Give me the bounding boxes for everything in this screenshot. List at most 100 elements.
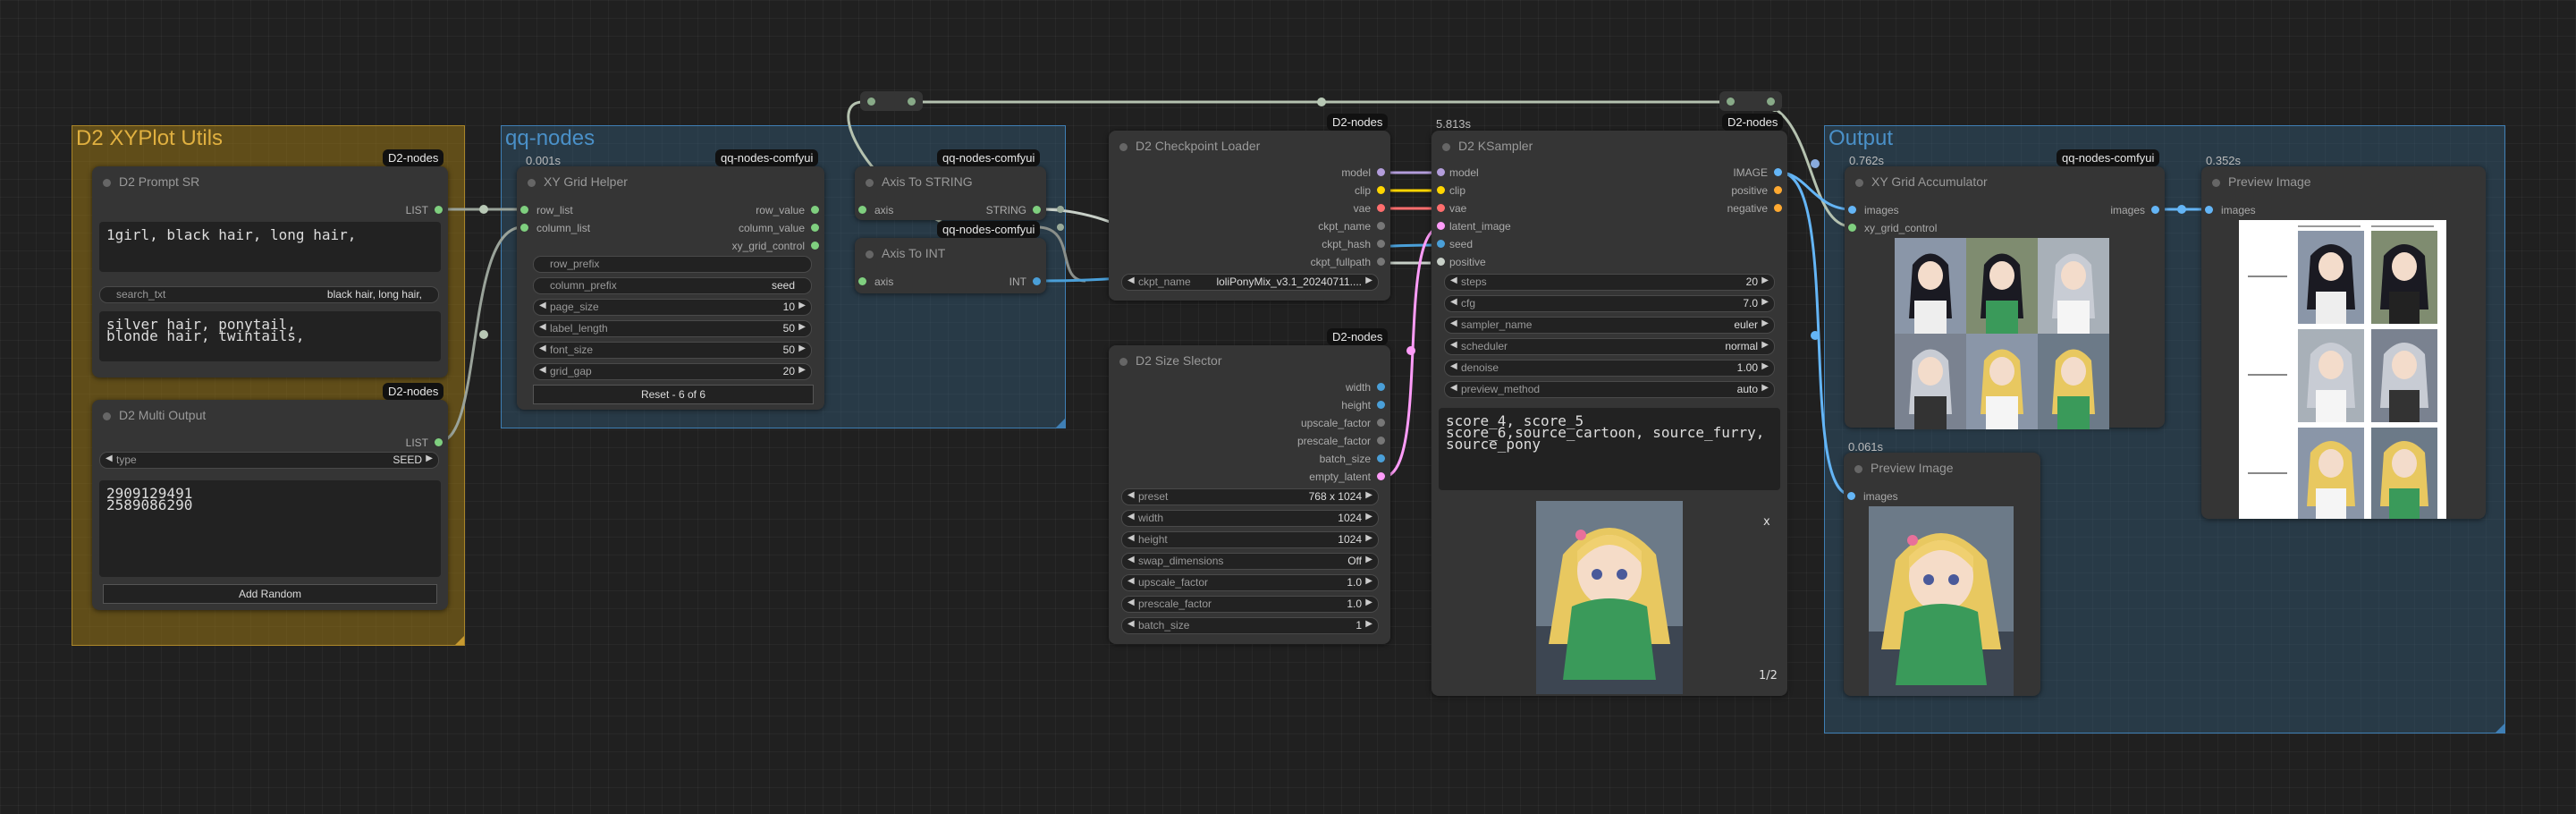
- collapse-dot[interactable]: [866, 250, 874, 259]
- prompt-textarea-top[interactable]: 1girl, black hair, long hair,: [99, 222, 441, 272]
- arrow-right-icon[interactable]: ▶: [1761, 383, 1769, 393]
- add-random-button[interactable]: Add Random: [103, 584, 437, 604]
- reroute-input-pin[interactable]: [1727, 98, 1735, 106]
- arrow-left-icon[interactable]: ◀: [1450, 361, 1457, 371]
- sampler-name-combo[interactable]: ◀ sampler_name euler ▶: [1444, 317, 1775, 334]
- collapse-dot[interactable]: [1119, 143, 1128, 151]
- arrow-left-icon[interactable]: ◀: [539, 322, 546, 332]
- arrow-right-icon[interactable]: ▶: [1761, 340, 1769, 350]
- xy-grid-result-image[interactable]: [2239, 220, 2446, 519]
- output-upscale-factor-pin[interactable]: [1377, 419, 1385, 427]
- resize-corner[interactable]: [2496, 724, 2504, 733]
- arrow-right-icon[interactable]: ▶: [1365, 490, 1372, 500]
- label-length-stepper[interactable]: ◀ label_length 50 ▶: [533, 320, 812, 337]
- arrow-right-icon[interactable]: ▶: [1365, 576, 1372, 586]
- reroute-output-pin[interactable]: [908, 98, 916, 106]
- arrow-right-icon[interactable]: ▶: [1365, 533, 1372, 543]
- arrow-right-icon[interactable]: ▶: [1761, 297, 1769, 307]
- node-d2-prompt-sr[interactable]: D2 Prompt SR LIST 1girl, black hair, lon…: [92, 166, 448, 377]
- node-d2-ksampler[interactable]: D2 KSampler model clip vae latent_image …: [1432, 131, 1787, 696]
- resize-corner[interactable]: [1056, 419, 1065, 428]
- height-stepper[interactable]: ◀ height 1024 ▶: [1121, 531, 1379, 548]
- arrow-right-icon[interactable]: ▶: [1365, 555, 1372, 564]
- collapse-dot[interactable]: [103, 179, 111, 187]
- preview-method-combo[interactable]: ◀ preview_method auto ▶: [1444, 381, 1775, 398]
- arrow-right-icon[interactable]: ▶: [426, 454, 433, 463]
- arrow-right-icon[interactable]: ▶: [1761, 318, 1769, 328]
- arrow-right-icon[interactable]: ▶: [1761, 361, 1769, 371]
- collapse-dot[interactable]: [1119, 358, 1128, 366]
- output-positive-pin[interactable]: [1774, 186, 1782, 194]
- output-prescale-factor-pin[interactable]: [1377, 437, 1385, 445]
- arrow-left-icon[interactable]: ◀: [539, 343, 546, 353]
- arrow-left-icon[interactable]: ◀: [539, 365, 546, 375]
- output-batch-size-pin[interactable]: [1377, 454, 1385, 462]
- grid-thumbnails[interactable]: [1895, 238, 2109, 429]
- output-row-value-pin[interactable]: [811, 206, 819, 214]
- output-empty-latent-pin[interactable]: [1377, 472, 1385, 480]
- denoise-stepper[interactable]: ◀ denoise 1.00 ▶: [1444, 360, 1775, 377]
- row-prefix-field[interactable]: row_prefix: [533, 256, 812, 273]
- node-xy-grid-accumulator[interactable]: XY Grid Accumulator images xy_grid_contr…: [1845, 166, 2165, 429]
- close-icon[interactable]: x: [1763, 515, 1770, 529]
- ckpt-name-combo[interactable]: ◀ ckpt_name loliPonyMix_v3.1_20240711.... ▶: [1121, 274, 1379, 291]
- output-vae-pin[interactable]: [1377, 204, 1385, 212]
- input-images-pin[interactable]: [1847, 492, 1855, 500]
- output-image-pin[interactable]: [1774, 168, 1782, 176]
- input-column-list-pin[interactable]: [520, 224, 528, 232]
- output-ckpt-name-pin[interactable]: [1377, 222, 1385, 230]
- font-size-stepper[interactable]: ◀ font_size 50 ▶: [533, 342, 812, 359]
- upscale-factor-stepper[interactable]: ◀ upscale_factor 1.0 ▶: [1121, 574, 1379, 591]
- arrow-right-icon[interactable]: ▶: [1365, 619, 1372, 629]
- node-axis-to-int[interactable]: Axis To INT axis INT: [855, 238, 1046, 293]
- arrow-left-icon[interactable]: ◀: [1450, 340, 1457, 350]
- arrow-left-icon[interactable]: ◀: [1450, 276, 1457, 285]
- arrow-left-icon[interactable]: ◀: [1128, 276, 1135, 285]
- collapse-dot[interactable]: [2212, 179, 2220, 187]
- preview-image[interactable]: [1869, 506, 2014, 696]
- output-negative-pin[interactable]: [1774, 204, 1782, 212]
- arrow-left-icon[interactable]: ◀: [1128, 576, 1135, 586]
- input-axis-pin[interactable]: [858, 277, 866, 285]
- collapse-dot[interactable]: [103, 412, 111, 420]
- output-list-pin[interactable]: [435, 438, 443, 446]
- prescale-factor-stepper[interactable]: ◀ prescale_factor 1.0 ▶: [1121, 596, 1379, 613]
- arrow-left-icon[interactable]: ◀: [1450, 318, 1457, 328]
- input-xy-grid-control-pin[interactable]: [1848, 224, 1856, 232]
- output-int-pin[interactable]: [1033, 277, 1041, 285]
- arrow-left-icon[interactable]: ◀: [1128, 555, 1135, 564]
- collapse-dot[interactable]: [866, 179, 874, 187]
- arrow-left-icon[interactable]: ◀: [1450, 383, 1457, 393]
- output-clip-pin[interactable]: [1377, 186, 1385, 194]
- prompt-textarea[interactable]: score_4, score_5 score_6,source_cartoon,…: [1439, 408, 1780, 490]
- output-images-pin[interactable]: [2151, 206, 2159, 214]
- steps-stepper[interactable]: ◀ steps 20 ▶: [1444, 274, 1775, 291]
- node-d2-size-selector[interactable]: D2 Size Slector width height upscale_fac…: [1109, 345, 1390, 644]
- reset-button[interactable]: Reset - 6 of 6: [533, 385, 814, 404]
- arrow-left-icon[interactable]: ◀: [539, 301, 546, 310]
- collapse-dot[interactable]: [1854, 465, 1862, 473]
- output-width-pin[interactable]: [1377, 383, 1385, 391]
- arrow-left-icon[interactable]: ◀: [1128, 619, 1135, 629]
- node-d2-multi-output[interactable]: D2 Multi Output LIST ◀ type SEED ▶ 29091294…: [92, 400, 448, 610]
- output-list-pin[interactable]: [435, 206, 443, 214]
- swap-dimensions-toggle[interactable]: ◀ swap_dimensions Off ▶: [1121, 553, 1379, 570]
- prompt-textarea-bottom[interactable]: silver hair, ponytail, blonde hair, twin…: [99, 311, 441, 361]
- batch-size-stepper[interactable]: ◀ batch_size 1 ▶: [1121, 617, 1379, 634]
- search-txt-field[interactable]: search_txt black hair, long hair,: [99, 286, 439, 303]
- reroute-node[interactable]: [860, 91, 923, 111]
- cfg-stepper[interactable]: ◀ cfg 7.0 ▶: [1444, 295, 1775, 312]
- scheduler-combo[interactable]: ◀ scheduler normal ▶: [1444, 338, 1775, 355]
- node-axis-to-string[interactable]: Axis To STRING axis STRING: [855, 166, 1046, 220]
- width-stepper[interactable]: ◀ width 1024 ▶: [1121, 510, 1379, 527]
- input-axis-pin[interactable]: [858, 206, 866, 214]
- grid-gap-stepper[interactable]: ◀ grid_gap 20 ▶: [533, 363, 812, 380]
- input-images-pin[interactable]: [1848, 206, 1856, 214]
- output-column-value-pin[interactable]: [811, 224, 819, 232]
- arrow-right-icon[interactable]: ▶: [798, 365, 806, 375]
- arrow-right-icon[interactable]: ▶: [1761, 276, 1769, 285]
- arrow-right-icon[interactable]: ▶: [798, 343, 806, 353]
- arrow-left-icon[interactable]: ◀: [1128, 533, 1135, 543]
- arrow-right-icon[interactable]: ▶: [798, 322, 806, 332]
- node-xy-grid-helper[interactable]: XY Grid Helper row_list column_list row_…: [517, 166, 824, 410]
